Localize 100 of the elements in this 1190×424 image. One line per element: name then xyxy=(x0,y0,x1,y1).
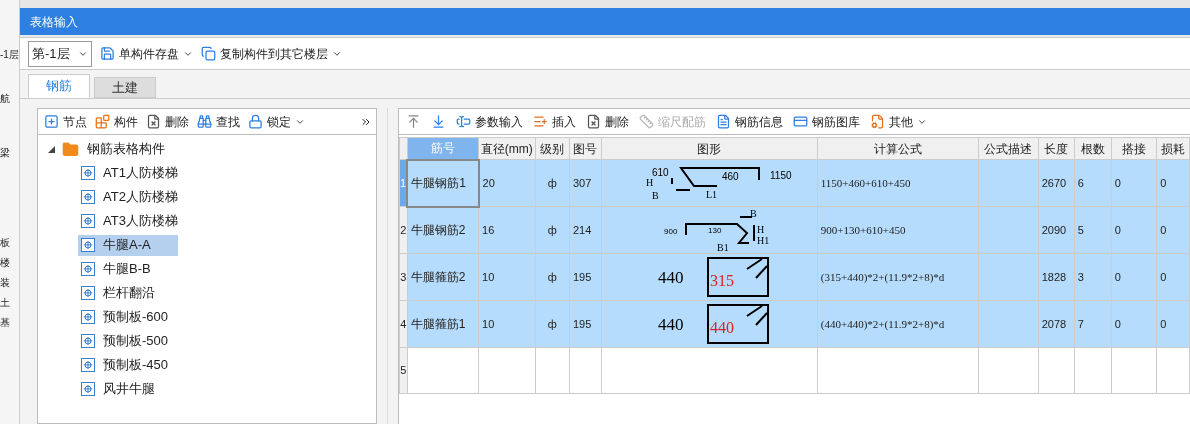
column-header[interactable]: 损耗 xyxy=(1156,137,1190,160)
dimension-label: 1150 xyxy=(769,170,792,181)
table-cell: 1150+460+610+450 xyxy=(817,159,979,207)
grid-toolbar-button[interactable]: 钢筋信息 xyxy=(713,112,786,131)
row-header[interactable]: 4 xyxy=(399,300,408,348)
sidebar-label: 基 xyxy=(0,316,11,330)
column-header[interactable]: 图形 xyxy=(601,137,818,160)
table-cell: 6 xyxy=(1074,159,1112,207)
table-cell: 0 xyxy=(1111,253,1157,301)
dimension-label: H xyxy=(645,177,653,188)
table-cell xyxy=(978,159,1039,207)
move-up-icon xyxy=(406,114,421,129)
row-header[interactable]: 2 xyxy=(399,206,408,254)
tab[interactable]: 土建 xyxy=(94,77,156,98)
tab[interactable]: 钢筋 xyxy=(28,74,90,98)
table-row[interactable]: 5 xyxy=(399,347,1190,394)
node-icon xyxy=(81,238,95,252)
node-icon xyxy=(81,286,95,300)
table-cell: ф xyxy=(535,253,570,301)
table-cell: ф xyxy=(535,159,570,207)
delete-icon xyxy=(146,114,161,129)
tree-item[interactable]: 栏杆翻沿 xyxy=(78,282,178,304)
grid-toolbar-button[interactable]: 插入 xyxy=(530,112,579,131)
sidebar-label: 土 xyxy=(0,296,11,310)
sidebar-label: 梁 xyxy=(0,146,11,160)
table-cell: 2090 xyxy=(1038,206,1075,254)
table-cell: 0 xyxy=(1156,300,1190,348)
table-cell: 195 xyxy=(569,300,602,348)
table-cell xyxy=(569,347,602,394)
table-cell: 牛腿钢筋2 xyxy=(407,206,479,254)
table-cell: 0 xyxy=(1156,206,1190,254)
column-header[interactable]: 直径(mm) xyxy=(478,137,535,160)
table-row[interactable]: 1 牛腿钢筋1 20 ф 307 610 460 1150 H B L1 1150+460+610+450 2670 6 0 0 xyxy=(399,159,1190,207)
table-cell xyxy=(1111,347,1157,394)
column-header[interactable]: 计算公式 xyxy=(817,137,979,160)
toolbar-button[interactable]: 复制构件到其它楼层 xyxy=(200,44,342,63)
table-cell xyxy=(978,206,1039,254)
dimension-label: 610 xyxy=(651,167,669,178)
tree-toolbar-button[interactable]: 查找 xyxy=(195,112,242,131)
delete-icon xyxy=(586,114,601,129)
row-header[interactable]: 3 xyxy=(399,253,408,301)
tree-item[interactable]: 预制板-450 xyxy=(78,354,178,376)
column-header[interactable]: 图号 xyxy=(569,137,602,160)
table-cell: ф xyxy=(535,300,570,348)
grid-toolbar-button[interactable]: 钢筋图库 xyxy=(790,112,863,131)
table-cell: 牛腿钢筋1 xyxy=(407,159,479,207)
grid-toolbar-button[interactable]: 其他 xyxy=(867,112,930,131)
tree-item[interactable]: 预制板-600 xyxy=(78,306,178,328)
tree-item[interactable]: AT1人防楼梯 xyxy=(78,162,178,184)
tree-toolbar-button[interactable]: 锁定 xyxy=(246,112,307,131)
dimension-label: B1 xyxy=(716,242,729,253)
tree-toolbar-button[interactable]: 删除 xyxy=(144,112,191,131)
row-header[interactable]: 5 xyxy=(399,347,408,394)
expand-triangle-icon[interactable] xyxy=(48,145,55,153)
tree-toolbar-button[interactable]: 构件 xyxy=(93,112,140,131)
tree-item[interactable]: 预制板-500 xyxy=(78,330,178,352)
node-icon xyxy=(81,310,95,324)
tree-item[interactable]: AT3人防楼梯 xyxy=(78,210,178,232)
tree-item[interactable]: AT2人防楼梯 xyxy=(78,186,178,208)
tree-item[interactable]: 风井牛腿 xyxy=(78,378,178,400)
floor-select[interactable]: 第-1层 xyxy=(28,40,92,67)
tree-item[interactable]: 牛腿A-A xyxy=(78,234,178,256)
lock-icon xyxy=(248,114,263,129)
table-cell: 1828 xyxy=(1038,253,1075,301)
tree-toolbar-button[interactable]: 节点 xyxy=(42,112,89,131)
dimension-label: 315 xyxy=(709,272,734,289)
sidebar-label: 航 xyxy=(0,92,11,106)
column-header[interactable]: 根数 xyxy=(1074,137,1112,160)
grid-toolbar-button[interactable]: 删除 xyxy=(583,112,632,131)
dimension-label: L1 xyxy=(705,189,717,200)
column-header[interactable]: 搭接 xyxy=(1111,137,1157,160)
table-cell: 牛腿箍筋1 xyxy=(407,300,479,348)
node-icon xyxy=(81,214,95,228)
toolbar-button[interactable]: 单构件存盘 xyxy=(99,44,193,63)
node-icon xyxy=(81,382,95,396)
table-cell: 195 xyxy=(569,253,602,301)
column-header[interactable]: 级别 xyxy=(535,137,570,160)
tree-item[interactable]: 牛腿B-B xyxy=(78,258,178,280)
node-icon xyxy=(81,190,95,204)
tree-folder-label[interactable]: 钢筋表格构件 xyxy=(87,139,165,159)
table-row[interactable]: 4 牛腿箍筋1 10 ф 195 440 440 (440+440)*2+(11.9*2+8)*d 2078 7 0 0 xyxy=(399,300,1190,348)
column-header[interactable]: 长度 xyxy=(1038,137,1075,160)
table-cell: 3 xyxy=(1074,253,1112,301)
node-icon xyxy=(81,166,95,180)
binoculars-icon xyxy=(197,114,212,129)
table-cell: 16 xyxy=(478,206,535,254)
node-add-icon xyxy=(44,114,59,129)
document-gear-icon xyxy=(870,114,885,129)
grid-toolbar-button[interactable]: 参数输入 xyxy=(453,112,526,131)
sidebar-label: 装 xyxy=(0,276,11,290)
table-cell: 0 xyxy=(1111,159,1157,207)
column-header[interactable]: 公式描述 xyxy=(978,137,1039,160)
dimension-label: H xyxy=(756,224,764,235)
table-cell xyxy=(1074,347,1112,394)
insert-icon xyxy=(533,114,548,129)
text-cursor-icon xyxy=(456,114,471,129)
table-cell: 900+130+610+450 xyxy=(817,206,979,254)
table-cell: 牛腿箍筋2 xyxy=(407,253,479,301)
table-row[interactable]: 3 牛腿箍筋2 10 ф 195 440 315 (315+440)*2+(11.9*2+8)*d 1828 3 0 0 xyxy=(399,253,1190,301)
move-down-icon xyxy=(431,114,446,129)
